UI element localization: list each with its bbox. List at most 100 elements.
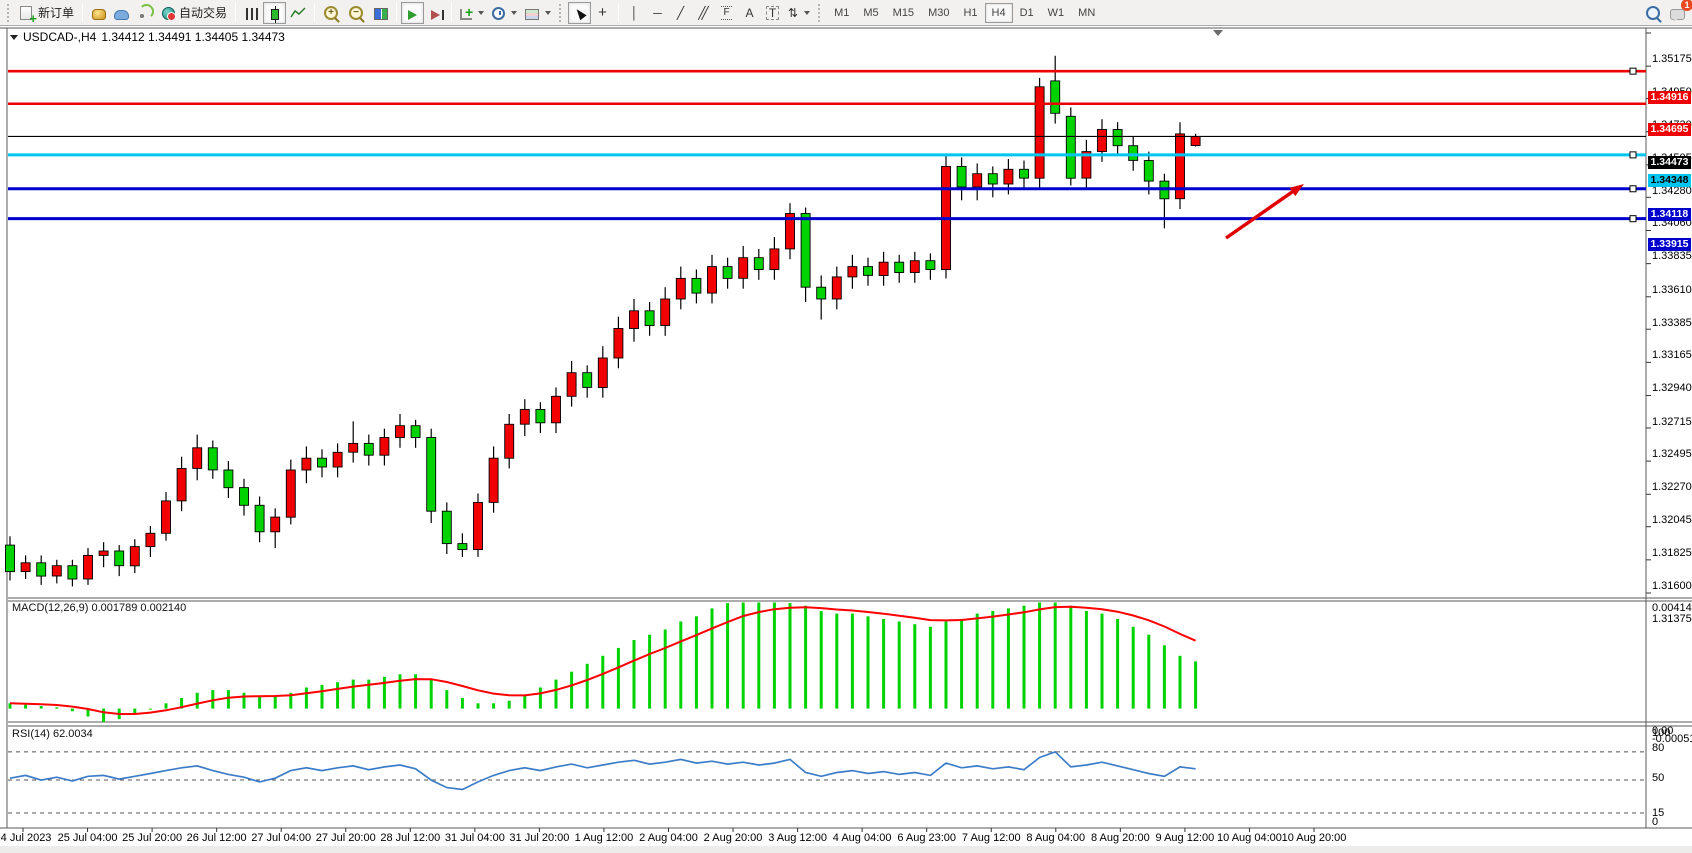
crosshair-button[interactable]: + [591,2,614,24]
macd-bar [430,680,433,709]
macd-bar [258,695,261,708]
tile-windows-button[interactable] [369,2,392,24]
toolbar-separator [451,3,452,22]
signals-broadcast-icon [137,5,154,21]
trendline-button[interactable]: ╱ [669,2,692,24]
channel-icon: ╱╱ [698,7,708,19]
templates-button[interactable] [521,2,555,24]
arrows-tool-icon: ⇅ [788,7,798,19]
line-handle[interactable] [1630,216,1636,222]
chevron-down-icon [511,11,517,15]
candle-body [68,566,77,579]
notification-badge: 1 [1681,0,1692,11]
candle-body [21,563,30,572]
candle-body [973,174,982,187]
search-icon [1645,5,1662,21]
macd-bar [586,664,589,709]
line-handle[interactable] [1630,152,1636,158]
macd-bar [1147,635,1150,709]
timeframe-m1-button[interactable]: M1 [827,3,856,23]
candle-body [1191,137,1200,146]
candle-body [1113,130,1122,146]
candle-body [427,438,436,512]
macd-bar [336,682,339,708]
timeframe-h4-button[interactable]: H4 [985,3,1013,23]
candle-body [286,470,295,517]
line-chart-button[interactable] [286,2,310,24]
signals-button[interactable] [133,2,158,24]
toolbar-grip[interactable] [818,4,823,22]
fibonacci-button[interactable]: F [715,2,738,24]
candlestick-chart-button[interactable] [263,2,286,24]
macd-bar [617,648,620,709]
macd-bar [492,703,495,708]
candle-body [318,458,327,467]
chart-background [0,26,1692,846]
new-order-button[interactable]: 新订单 [16,2,78,24]
vertical-line-button[interactable]: │ [623,2,646,24]
candle-body [333,452,342,467]
macd-bar [227,690,230,709]
vertical-line-icon: │ [631,7,639,19]
candle-body [630,311,639,329]
timeframe-m30-button[interactable]: M30 [921,3,956,23]
community-button[interactable] [110,2,133,24]
macd-bar [399,674,402,708]
horizontal-line-button[interactable]: ─ [646,2,669,24]
toolbar-separator [235,3,236,22]
new-order-label: 新订单 [38,4,74,21]
zoom-out-button[interactable] [344,2,369,24]
text-label-button[interactable]: T [761,2,784,24]
bar-chart-button[interactable] [240,2,263,24]
chart-shift-button[interactable] [424,2,447,24]
timeframe-w1-button[interactable]: W1 [1041,3,1072,23]
timeframe-m15-button[interactable]: M15 [886,3,921,23]
macd-bar [633,640,636,709]
candle-body [364,443,373,455]
timeframe-m5-button[interactable]: M5 [856,3,885,23]
symbol-dropdown-icon[interactable] [10,35,18,40]
auto-trading-button[interactable]: 自动交易 [158,2,231,24]
arrows-button[interactable]: ⇅ [784,2,814,24]
candle-body [505,424,514,458]
macd-bar [570,672,573,709]
candle-body [895,262,904,272]
macd-bar [555,680,558,709]
line-handle[interactable] [1630,68,1636,74]
candle-body [708,267,717,294]
candle-body [52,566,61,576]
candle-body [1098,130,1107,152]
candle-body [988,174,997,184]
line-handle[interactable] [1630,186,1636,192]
timeframe-d1-button[interactable]: D1 [1013,3,1041,23]
text-button[interactable]: A [738,2,761,24]
search-button[interactable] [1641,2,1666,24]
zoom-in-button[interactable] [319,2,344,24]
toolbar-grip[interactable] [559,4,564,22]
macd-bar [679,622,682,709]
macd-bar [383,677,386,709]
timeframe-h1-button[interactable]: H1 [956,3,984,23]
timeframe-mn-button[interactable]: MN [1071,3,1102,23]
new-order-icon [20,6,32,20]
cursor-button[interactable] [568,2,591,24]
candle-body [926,261,935,270]
candle-body [474,502,483,549]
candle-body [1020,169,1029,178]
macd-bar [165,703,168,708]
macd-bar [726,603,729,709]
channel-button[interactable]: ╱╱ [692,2,715,24]
candle-body [177,469,186,501]
notifications-button[interactable]: 1 [1666,2,1689,24]
market-button[interactable] [87,2,110,24]
macd-bar [1179,656,1182,709]
candle-body [723,267,732,279]
candle-body [552,396,561,423]
toolbar-grip[interactable] [7,4,12,22]
auto-scroll-button[interactable] [401,2,424,24]
line-chart-icon [290,6,306,20]
indicators-button[interactable] [456,2,488,24]
periods-button[interactable] [488,2,521,24]
chart-canvas[interactable] [0,26,1692,853]
candle-body [302,458,311,470]
